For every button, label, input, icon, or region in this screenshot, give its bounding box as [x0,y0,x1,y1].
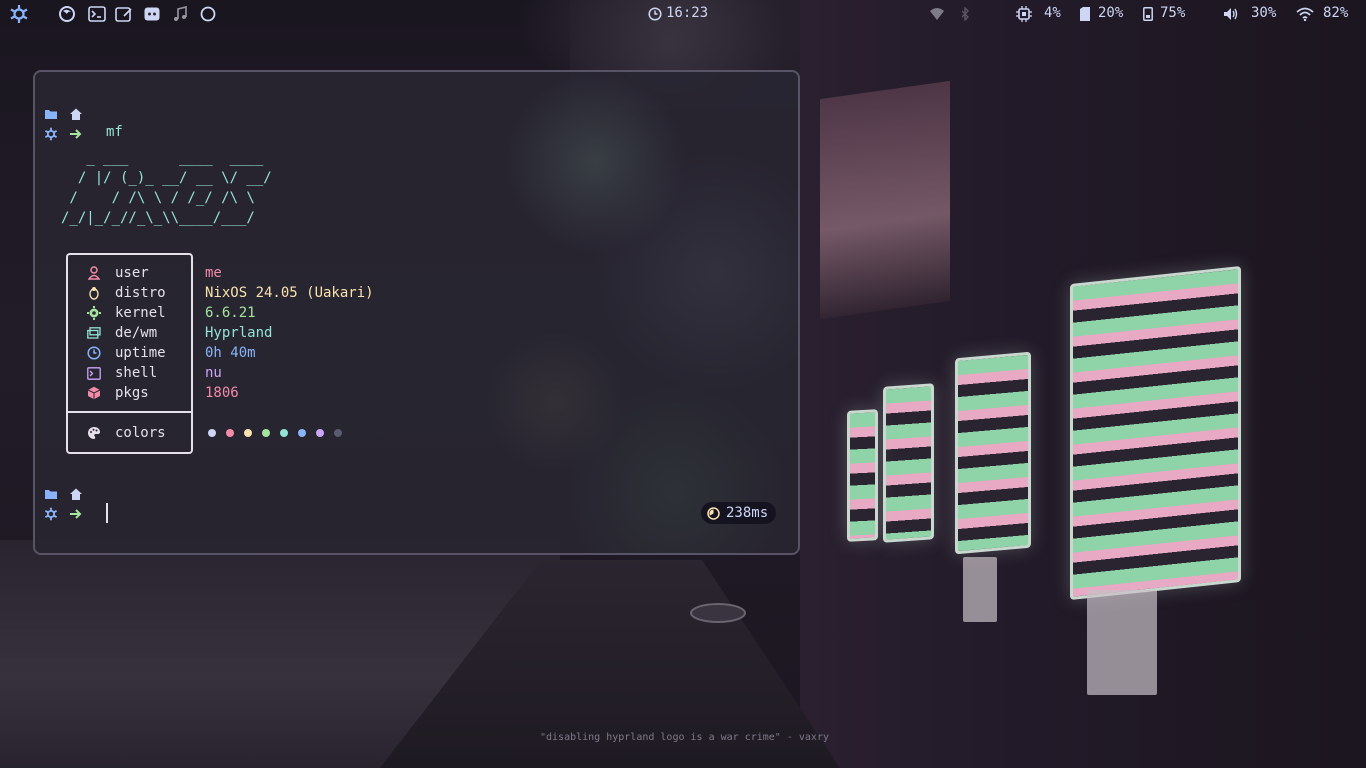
info-label: distro [115,285,166,301]
info-value-user: me [205,265,222,281]
info-row-user: user [87,263,149,283]
top-bar: 16:23 4% 20% 75% 30% 82% [0,0,1366,28]
network-indicator-icon [929,4,945,24]
color-swatch [280,429,288,437]
volume-level[interactable]: 30% [1251,5,1276,21]
arrow-right-icon [69,126,83,140]
wifi-strength[interactable]: 82% [1323,5,1348,21]
vending-machine [1070,266,1241,600]
info-row-dewm: de/wm [87,323,157,343]
info-value-dewm: Hyprland [205,325,273,341]
info-value-shell: nu [205,365,222,381]
discord-icon[interactable] [143,4,161,24]
terminal-icon [87,366,101,380]
terminal-icon[interactable] [88,4,106,24]
firefox-icon[interactable] [58,4,76,24]
color-swatch [298,429,306,437]
music-icon[interactable] [171,4,189,24]
folder-icon [44,106,58,120]
info-value-distro: NixOS 24.05 (Uakari) [205,285,374,301]
info-row-distro: distro [87,283,166,303]
disk-icon [1142,4,1154,24]
info-row-kernel: kernel [87,303,166,323]
colors-label: colors [115,425,166,441]
clock-text[interactable]: 16:23 [666,5,708,21]
memory-usage: 20% [1098,5,1124,21]
info-value-uptime: 0h 40m [205,345,256,361]
info-value-pkgs: 1806 [205,385,239,401]
package-icon [87,386,101,400]
clock-icon [87,346,101,360]
notes-icon[interactable] [115,4,133,24]
vending-poster [1087,590,1157,695]
info-label: pkgs [115,385,149,401]
info-row-pkgs: pkgs [87,383,149,403]
color-swatch [244,429,252,437]
cpu-icon [1016,4,1032,24]
info-label: de/wm [115,325,158,341]
circle-icon[interactable] [199,4,217,24]
desktop-quote: "disabling hyprland logo is a war crime"… [540,732,829,743]
disk-usage: 75% [1160,5,1186,21]
nix-snowflake-icon[interactable] [8,4,30,24]
user-icon [87,266,101,280]
text-cursor[interactable] [106,503,108,523]
memory-icon [1079,4,1091,24]
clock-icon [647,4,663,24]
timer-icon [707,506,720,520]
color-swatch [334,429,342,437]
command-text: mf [106,124,123,140]
info-row-uptime: uptime [87,343,166,363]
color-swatch [208,429,216,437]
gear-icon [87,306,101,320]
info-label: kernel [115,305,166,321]
volume-icon[interactable] [1223,4,1239,24]
palette-icon [87,426,101,440]
info-value-kernel: 6.6.21 [205,305,256,321]
timer-text: 238ms [726,505,769,521]
vending-poster [963,557,997,622]
execution-timer: 238ms [701,502,777,524]
info-row-shell: shell [87,363,157,383]
color-swatch [226,429,234,437]
linux-icon [87,286,101,300]
wallpaper-manhole [690,603,746,623]
bluetooth-icon[interactable] [958,4,972,24]
vending-machine [847,409,878,542]
info-label: uptime [115,345,166,361]
info-row-colors: colors [87,423,166,443]
wifi-icon[interactable] [1296,4,1314,24]
vending-machine [883,383,934,543]
arrow-right-icon [69,506,83,520]
cpu-usage: 4% [1044,5,1061,21]
color-swatch [262,429,270,437]
nix-snowflake-icon [44,506,58,521]
window-icon [87,326,101,340]
nix-snowflake-icon [44,126,58,141]
terminal-window[interactable]: mf _ ___ ____ ____ / |/ (_)_ __/ __ \/ _… [33,70,800,555]
home-icon [69,106,83,120]
color-swatch [316,429,324,437]
home-icon [69,486,83,500]
vending-machine [955,351,1031,555]
info-divider [66,411,193,413]
ascii-logo: _ ___ ____ ____ / |/ (_)_ __/ __ \/ __/ … [61,150,272,226]
folder-icon [44,486,58,500]
info-label: user [115,265,149,281]
info-label: shell [115,365,158,381]
